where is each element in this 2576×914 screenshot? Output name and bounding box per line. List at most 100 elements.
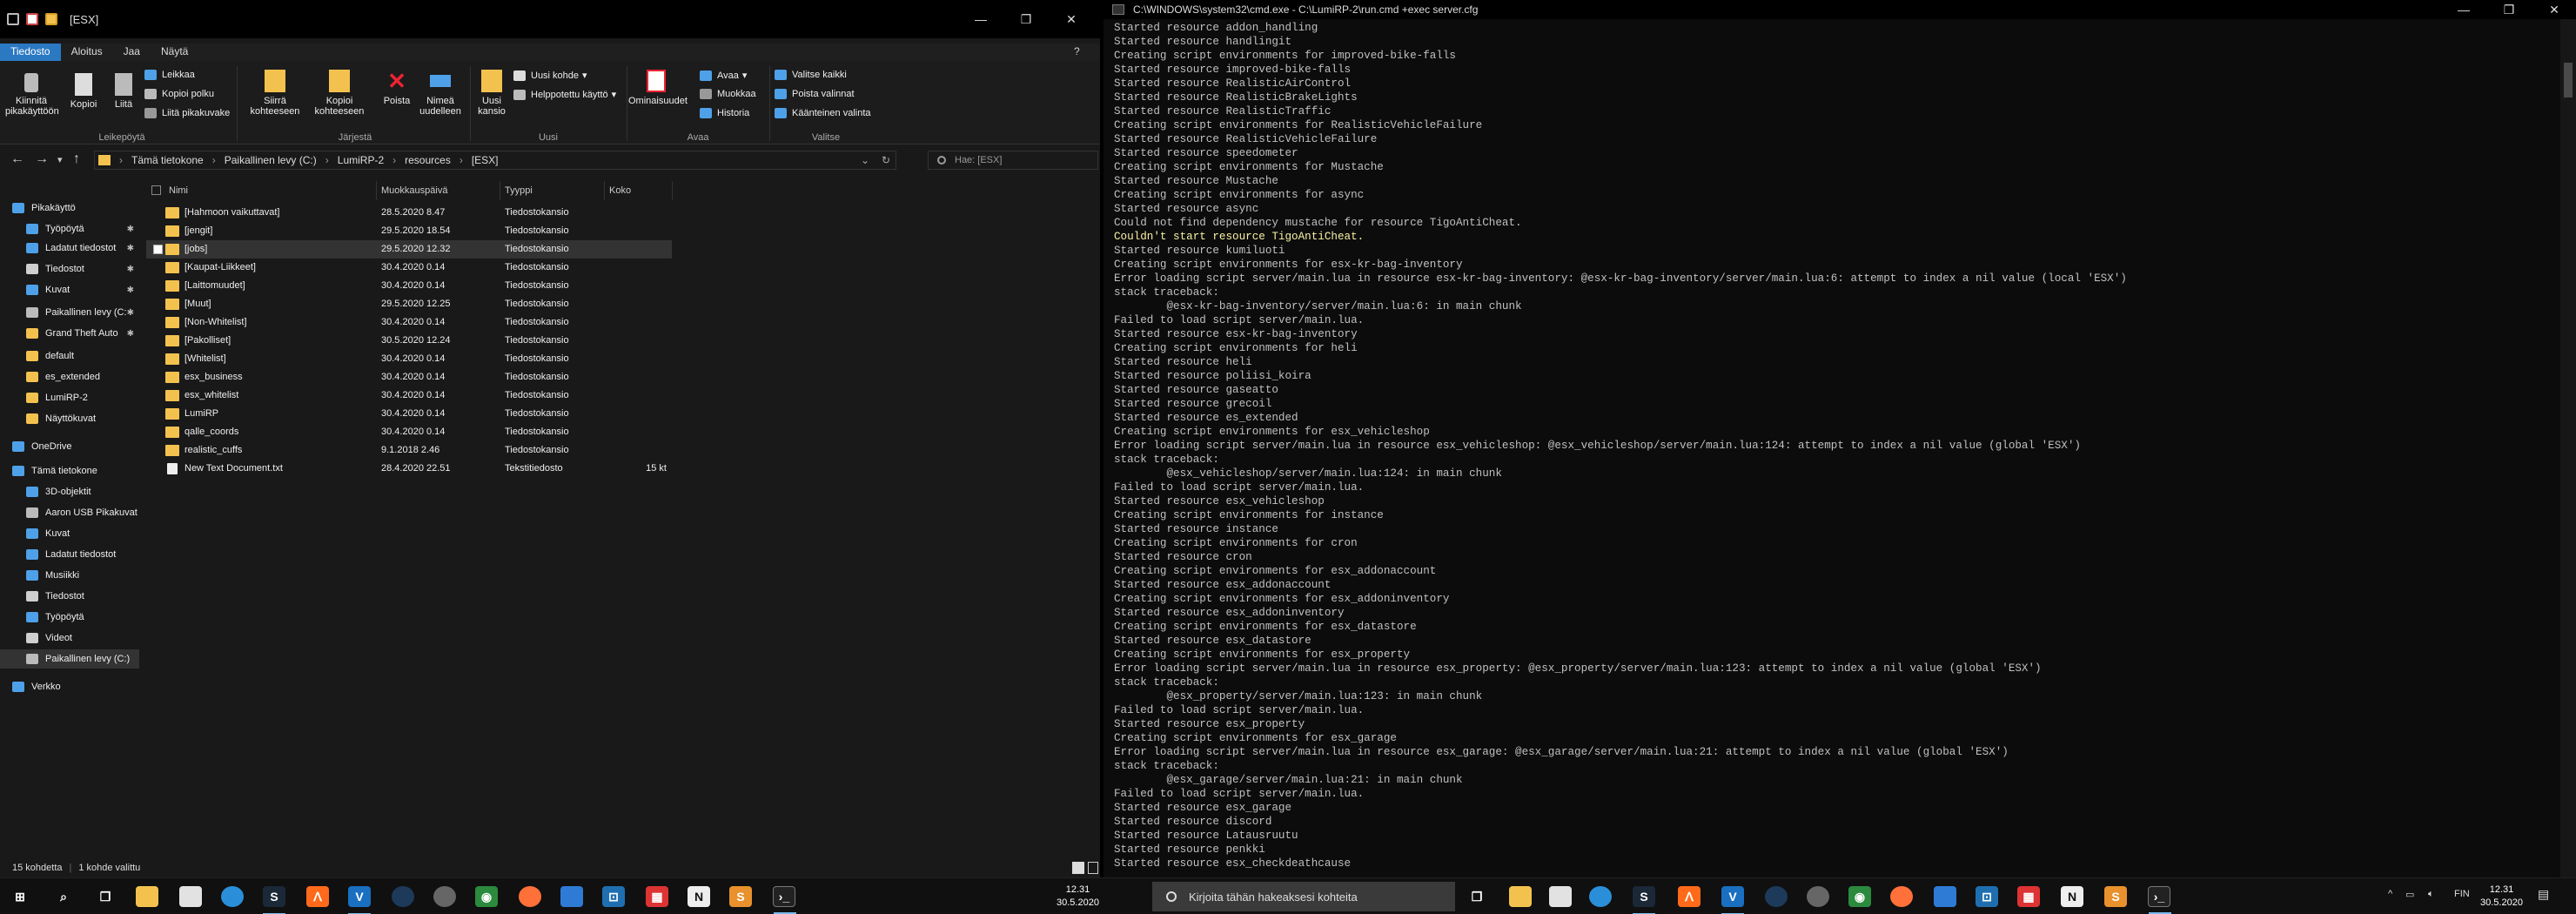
column-header-size[interactable]: Koko xyxy=(609,181,631,200)
minimize-icon[interactable]: — xyxy=(961,0,1001,38)
app-icon[interactable]: ◉ xyxy=(475,886,498,907)
nav-item[interactable]: Pikakäyttö xyxy=(0,198,139,218)
pin-icon[interactable]: ✱ xyxy=(127,265,134,274)
rename-button[interactable]: Nimeä uudelleen xyxy=(416,70,465,117)
pin-icon[interactable]: ✱ xyxy=(127,286,134,295)
properties-quick-icon[interactable] xyxy=(7,13,19,25)
minimize-icon[interactable]: — xyxy=(2444,0,2484,19)
taskbar-search-input[interactable]: Kirjoita tähän hakeaksesi kohteita xyxy=(1152,882,1455,911)
search-input[interactable]: Hae: [ESX] xyxy=(928,151,1098,170)
invert-selection-button[interactable]: Käänteinen valinta xyxy=(775,108,871,118)
app-icon[interactable] xyxy=(1934,886,1956,907)
task-view-icon[interactable]: ❐ xyxy=(1466,886,1488,907)
scrollbar-thumb[interactable] xyxy=(2564,63,2573,97)
language-indicator[interactable]: FIN xyxy=(2454,889,2470,899)
column-divider[interactable] xyxy=(672,181,673,200)
notepad-icon[interactable]: N xyxy=(688,886,710,907)
nav-item[interactable]: default xyxy=(0,346,139,366)
help-icon[interactable]: ? xyxy=(1074,45,1080,57)
nav-item[interactable]: Ladatut tiedostot xyxy=(0,545,139,564)
breadcrumb-local-disk[interactable]: Paikallinen levy (C:) xyxy=(225,154,317,166)
tab-home[interactable]: Aloitus xyxy=(61,44,113,61)
file-explorer-icon[interactable] xyxy=(1509,886,1532,907)
up-icon[interactable]: ↑ xyxy=(73,151,80,167)
tab-share[interactable]: Jaa xyxy=(113,44,151,61)
nav-item[interactable]: Työpöytä xyxy=(0,608,139,627)
console-output[interactable]: Started resource addon_handling Started r… xyxy=(1114,21,2541,874)
table-row[interactable]: New Text Document.txt 28.4.2020 22.51 Teks… xyxy=(146,460,672,478)
app-icon[interactable]: ᐱ xyxy=(1678,886,1701,907)
nav-item[interactable]: 3D-objektit xyxy=(0,482,139,501)
move-to-button[interactable]: Siirrä kohteeseen xyxy=(244,70,306,117)
select-none-button[interactable]: Poista valinnat xyxy=(775,89,855,99)
nav-item[interactable]: Tiedostot xyxy=(0,587,139,606)
vscode-icon[interactable]: V xyxy=(348,886,371,914)
settings-gear-icon[interactable] xyxy=(1807,886,1829,907)
scrollbar[interactable] xyxy=(2560,19,2576,877)
nav-item[interactable]: Ladatut tiedostot ✱ xyxy=(0,239,139,258)
app-icon[interactable] xyxy=(1765,886,1788,907)
nav-item[interactable]: es_extended xyxy=(0,367,139,386)
app-icon[interactable] xyxy=(1549,886,1572,907)
nav-item[interactable]: Aaron USB Pikakuvat xyxy=(0,503,139,522)
select-all-checkbox[interactable] xyxy=(151,185,161,195)
network-icon[interactable]: ▭ xyxy=(2405,889,2414,900)
nav-item[interactable]: LumiRP-2 xyxy=(0,388,139,407)
column-divider[interactable] xyxy=(376,181,377,200)
copy-path-button[interactable]: Kopioi polku xyxy=(144,89,214,99)
task-view-icon[interactable]: ❐ xyxy=(94,886,117,907)
pin-button[interactable]: Kiinnitä pikakäyttöön xyxy=(5,73,59,117)
app-icon[interactable]: ▦ xyxy=(646,886,668,907)
table-row[interactable]: [Pakolliset] 30.5.2020 12.24 Tiedostokansi… xyxy=(146,332,672,350)
table-row[interactable]: qalle_coords 30.4.2020 0.14 Tiedostokansio xyxy=(146,423,672,441)
cut-button[interactable]: Leikkaa xyxy=(144,70,195,80)
pin-icon[interactable]: ✱ xyxy=(127,244,134,253)
maximize-icon[interactable]: ❐ xyxy=(1006,0,1046,38)
app-icon[interactable] xyxy=(560,886,583,907)
firefox-icon[interactable] xyxy=(519,886,541,907)
table-row[interactable]: esx_business 30.4.2020 0.14 Tiedostokansio xyxy=(146,368,672,386)
nav-item[interactable]: Grand Theft Auto ✱ xyxy=(0,324,139,343)
settings-gear-icon[interactable] xyxy=(433,886,456,907)
column-divider[interactable] xyxy=(604,181,605,200)
recent-dropdown-icon[interactable]: ▾ xyxy=(57,154,63,165)
tab-file[interactable]: Tiedosto xyxy=(0,44,61,61)
table-row[interactable]: [Whitelist] 30.4.2020 0.14 Tiedostokansio xyxy=(146,350,672,368)
steam-icon[interactable]: S xyxy=(263,886,285,914)
open-button[interactable]: Avaa ▾ xyxy=(700,70,747,81)
address-dropdown-icon[interactable]: ⌄ xyxy=(861,154,869,166)
table-row[interactable]: [Hahmoon vaikuttavat] 28.5.2020 8.47 Tiedo… xyxy=(146,204,672,222)
app-icon[interactable]: ⊡ xyxy=(1976,886,1998,907)
history-button[interactable]: Historia xyxy=(700,108,749,118)
breadcrumb-resources[interactable]: resources xyxy=(405,154,451,166)
row-checkbox[interactable] xyxy=(153,245,163,254)
tab-view[interactable]: Näytä xyxy=(151,44,198,61)
large-icons-view-icon[interactable] xyxy=(1088,862,1098,874)
app-icon[interactable]: ▦ xyxy=(2017,886,2040,907)
nav-item[interactable]: Kuvat xyxy=(0,524,139,543)
column-header-type[interactable]: Tyyppi xyxy=(505,181,533,200)
table-row[interactable]: esx_whitelist 30.4.2020 0.14 Tiedostokansi… xyxy=(146,386,672,405)
close-icon[interactable]: ✕ xyxy=(1051,0,1091,38)
nav-item[interactable]: OneDrive xyxy=(0,437,139,456)
nav-item[interactable]: Paikallinen levy (C:) xyxy=(0,649,139,669)
app-icon[interactable]: ⊡ xyxy=(602,886,625,907)
steam-icon[interactable]: S xyxy=(1633,886,1655,914)
breadcrumb-this-pc[interactable]: Tämä tietokone xyxy=(131,154,204,166)
table-row[interactable]: [Non-Whitelist] 30.4.2020 0.14 Tiedostokan… xyxy=(146,313,672,332)
table-row[interactable]: [Kaupat-Liikkeet] 30.4.2020 0.14 Tiedostok… xyxy=(146,259,672,277)
file-explorer-icon[interactable] xyxy=(136,886,158,907)
vscode-icon[interactable]: V xyxy=(1721,886,1744,914)
paste-button[interactable]: Liitä xyxy=(106,73,141,110)
sublime-icon[interactable]: S xyxy=(729,886,752,907)
table-row[interactable]: [jobs] 29.5.2020 12.32 Tiedostokansio xyxy=(146,240,672,259)
notifications-icon[interactable]: ▤ xyxy=(2538,887,2549,902)
app-icon[interactable] xyxy=(179,886,202,907)
back-icon[interactable]: ← xyxy=(10,151,24,167)
cmd-taskbar-icon[interactable]: ›_ xyxy=(773,886,796,914)
app-icon[interactable] xyxy=(392,886,414,907)
nav-item[interactable]: Tämä tietokone xyxy=(0,461,139,481)
column-header-modified[interactable]: Muokkauspäivä xyxy=(381,181,447,200)
table-row[interactable]: LumiRP 30.4.2020 0.14 Tiedostokansio xyxy=(146,405,672,423)
breadcrumb-esx[interactable]: [ESX] xyxy=(472,154,499,166)
